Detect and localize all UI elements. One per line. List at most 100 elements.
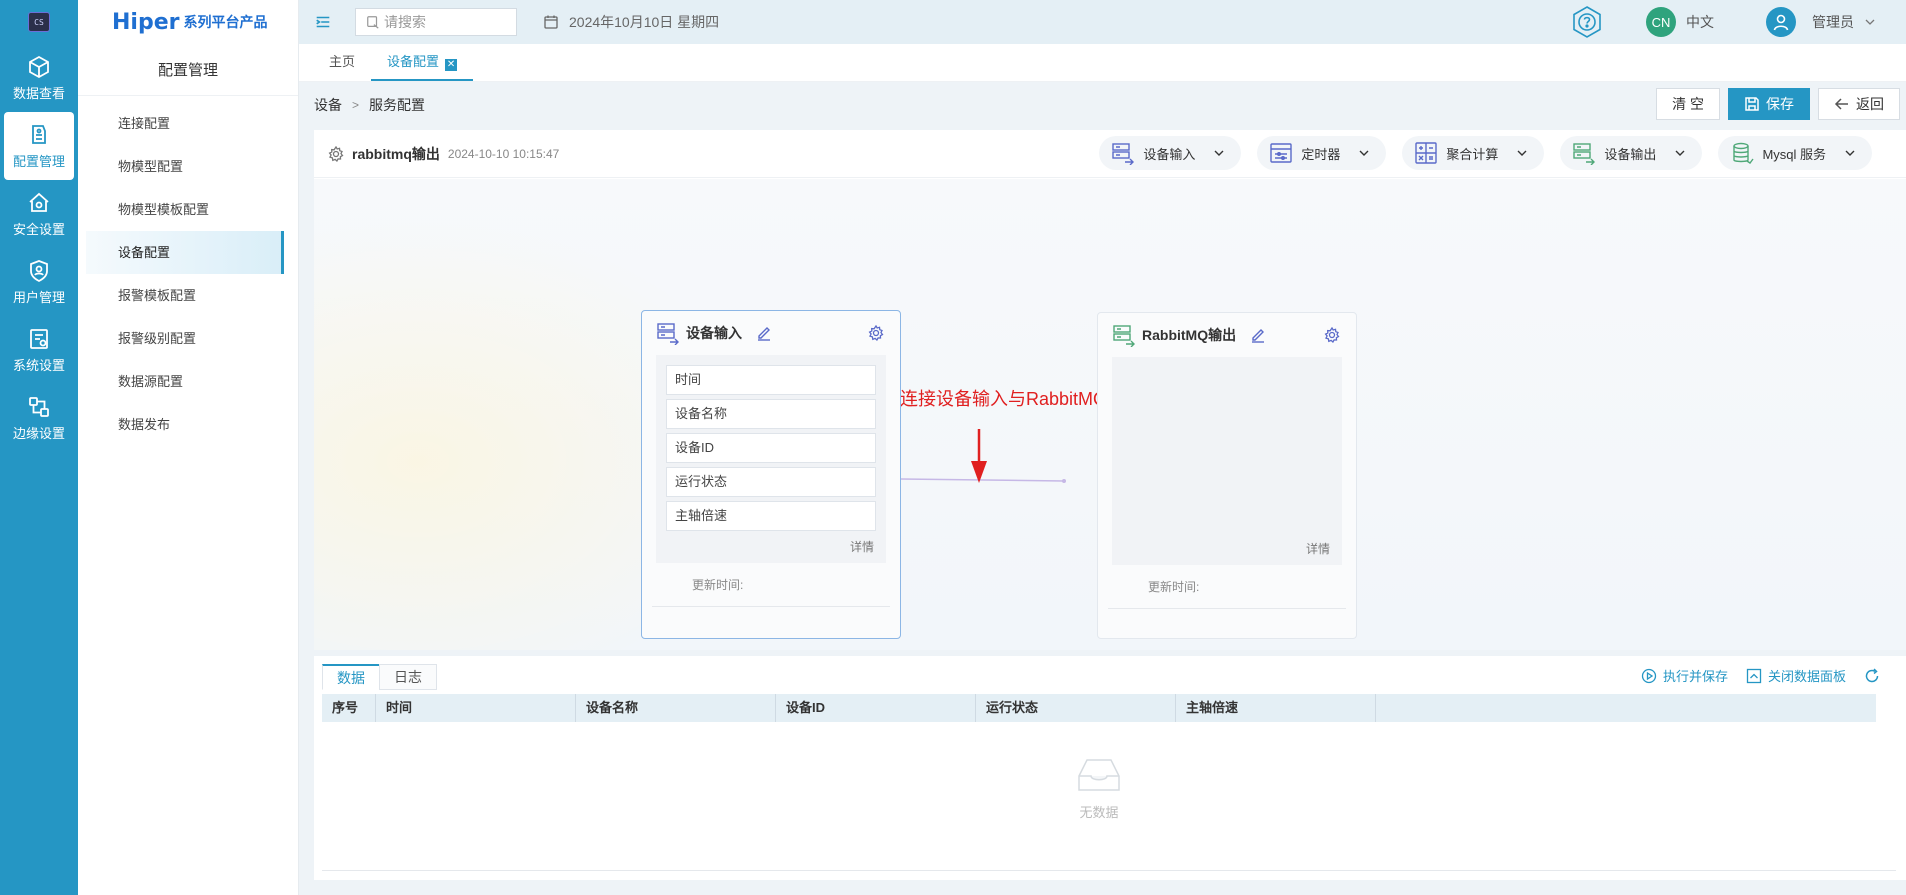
gear-icon[interactable] [1324,327,1340,343]
rail-item-label: 用户管理 [12,289,65,305]
node-updated-time: 更新时间: [652,563,890,607]
node-header: RabbitMQ输出 [1098,313,1356,357]
sidebar-item-alarm-template[interactable]: 报警模板配置 [86,274,298,317]
menu-toggle-icon[interactable] [313,12,333,32]
user-shield-icon [30,259,48,282]
node-type-label: 定时器 [1301,146,1341,162]
sidebar-item-datasource[interactable]: 数据源配置 [86,360,298,403]
chevron-down-icon [1214,150,1224,156]
empty-text: 无数据 [1079,805,1119,820]
tab-home[interactable]: 主页 [313,43,371,81]
rail-item-label: 系统设置 [12,357,65,373]
search-input[interactable]: 请搜索 [355,8,517,36]
rail-item-label: 配置管理 [12,153,65,169]
sidebar-menu: 连接配置 物模型配置 物模型模板配置 设备配置 报警模板配置 报警级别配置 数据… [78,96,298,446]
node-type-timer[interactable]: 定时器 [1257,136,1387,170]
column-time: 时间 [376,694,576,722]
back-button[interactable]: 返回 [1818,88,1900,120]
breadcrumb-separator: > [352,98,360,112]
node-type-mysql[interactable]: Mysql 服务 [1718,136,1872,170]
rail-item-security[interactable]: 安全设置 [0,180,78,248]
node-type-device-input[interactable]: 设备输入 [1099,136,1242,170]
sidebar-item-connection[interactable]: 连接配置 [86,102,298,145]
data-actions: 执行并保存 关闭数据面板 [1623,666,1886,685]
node-title: RabbitMQ输出 [1142,327,1237,343]
node-updated-time: 更新时间: [1108,565,1346,609]
table-header: 序号 时间 设备名称 设备ID 运行状态 主轴倍速 [322,694,1876,722]
flow-canvas[interactable]: 连接设备输入与RabbitMQ输出 设备输入 时间 设备名称 设备ID 运行状态… [314,179,1906,650]
chevron-down-icon [1675,150,1685,156]
node-type-label: 设备输入 [1143,146,1196,162]
data-view-icon [29,55,49,78]
search-placeholder: 请搜索 [384,14,426,30]
tab-log[interactable]: 日志 [379,664,437,690]
rail-item-data-view[interactable]: 数据查看 [0,44,78,112]
clear-button[interactable]: 清 空 [1656,88,1720,120]
language-switcher[interactable]: CN 中文 [1646,7,1714,37]
run-and-save-label: 执行并保存 [1662,669,1728,684]
node-device-input[interactable]: 设备输入 时间 设备名称 设备ID 运行状态 主轴倍速 详情 更新时间: [641,310,901,639]
node-type-label: 设备输出 [1604,146,1657,162]
field-run-status[interactable]: 运行状态 [666,467,876,497]
column-spindle-speed: 主轴倍速 [1176,694,1376,722]
gear-icon[interactable] [868,325,884,341]
tab-label: 设备配置 [387,54,440,69]
detail-link[interactable]: 详情 [1306,540,1330,557]
field-device-id[interactable]: 设备ID [666,433,876,463]
save-label: 保存 [1766,96,1794,112]
rail-item-user[interactable]: 用户管理 [0,248,78,316]
gear-icon[interactable] [328,145,344,162]
field-device-name[interactable]: 设备名称 [666,399,876,429]
column-device-id: 设备ID [776,694,976,722]
page-tabs: 主页 设备配置 ✕ [299,44,1906,82]
node-title: 设备输入 [686,325,742,341]
field-time[interactable]: 时间 [666,365,876,395]
avatar [1766,7,1796,37]
refresh-button[interactable] [1864,667,1886,684]
empty-state: 无数据 [322,754,1876,821]
user-menu[interactable]: 管理员 [1766,7,1876,37]
flow-name: rabbitmq输出 [352,145,440,162]
detail-link[interactable]: 详情 [850,538,874,555]
rail-item-edge[interactable]: 边缘设置 [0,384,78,452]
run-and-save-button[interactable]: 执行并保存 [1641,666,1728,685]
field-spindle-speed[interactable]: 主轴倍速 [666,501,876,531]
breadcrumb-root[interactable]: 设备 [314,95,342,115]
config-sidebar: Hiper 系列平台产品 配置管理 连接配置 物模型配置 物模型模板配置 设备配… [78,0,299,895]
rail-item-system[interactable]: 系统设置 [0,316,78,384]
rail-item-config[interactable]: 配置管理 [4,112,74,180]
play-circle-icon [1641,668,1657,683]
node-type-device-output[interactable]: 设备输出 [1560,136,1703,170]
close-icon[interactable]: ✕ [445,59,458,71]
edit-icon[interactable] [1250,327,1266,343]
close-data-panel-button[interactable]: 关闭数据面板 [1746,666,1846,685]
chevron-down-icon [1359,150,1369,156]
sidebar-item-thing-template[interactable]: 物模型模板配置 [86,188,298,231]
sidebar-item-device[interactable]: 设备配置 [86,231,284,274]
arrow-left-icon [1834,98,1848,110]
node-type-aggregate[interactable]: 聚合计算 [1402,136,1545,170]
sidebar-title: 配置管理 [78,44,298,96]
database-icon [1733,142,1754,164]
device-output-icon [1573,143,1596,165]
flow-header: rabbitmq输出 2024-10-10 10:15:47 设备输入 定时器 … [314,130,1906,178]
rail-item-label: 安全设置 [12,221,65,237]
sidebar-item-alarm-level[interactable]: 报警级别配置 [86,317,298,360]
node-rabbitmq-output[interactable]: RabbitMQ输出 详情 更新时间: [1097,312,1357,639]
header-right: CN 中文 管理员 [1570,0,1876,44]
device-input-icon [657,323,679,345]
clear-label: 清 空 [1672,96,1704,112]
sidebar-item-publish[interactable]: 数据发布 [86,403,298,446]
node-fields: 详情 [1112,357,1342,565]
save-button[interactable]: 保存 [1728,88,1810,120]
logo-badge: CS [28,12,50,32]
edit-icon[interactable] [756,325,772,341]
left-rail: CS 数据查看 配置管理 安全设置 用户管理 系统设置 边缘设置 [0,0,78,895]
sidebar-item-thing-model[interactable]: 物模型配置 [86,145,298,188]
device-input-icon [1112,143,1135,165]
data-table: 序号 时间 设备名称 设备ID 运行状态 主轴倍速 无数据 [322,694,1876,820]
refresh-icon [1865,667,1879,682]
tab-device-config[interactable]: 设备配置 ✕ [371,43,474,81]
tab-data[interactable]: 数据 [322,664,380,690]
help-hexagon-icon[interactable] [1570,5,1604,39]
